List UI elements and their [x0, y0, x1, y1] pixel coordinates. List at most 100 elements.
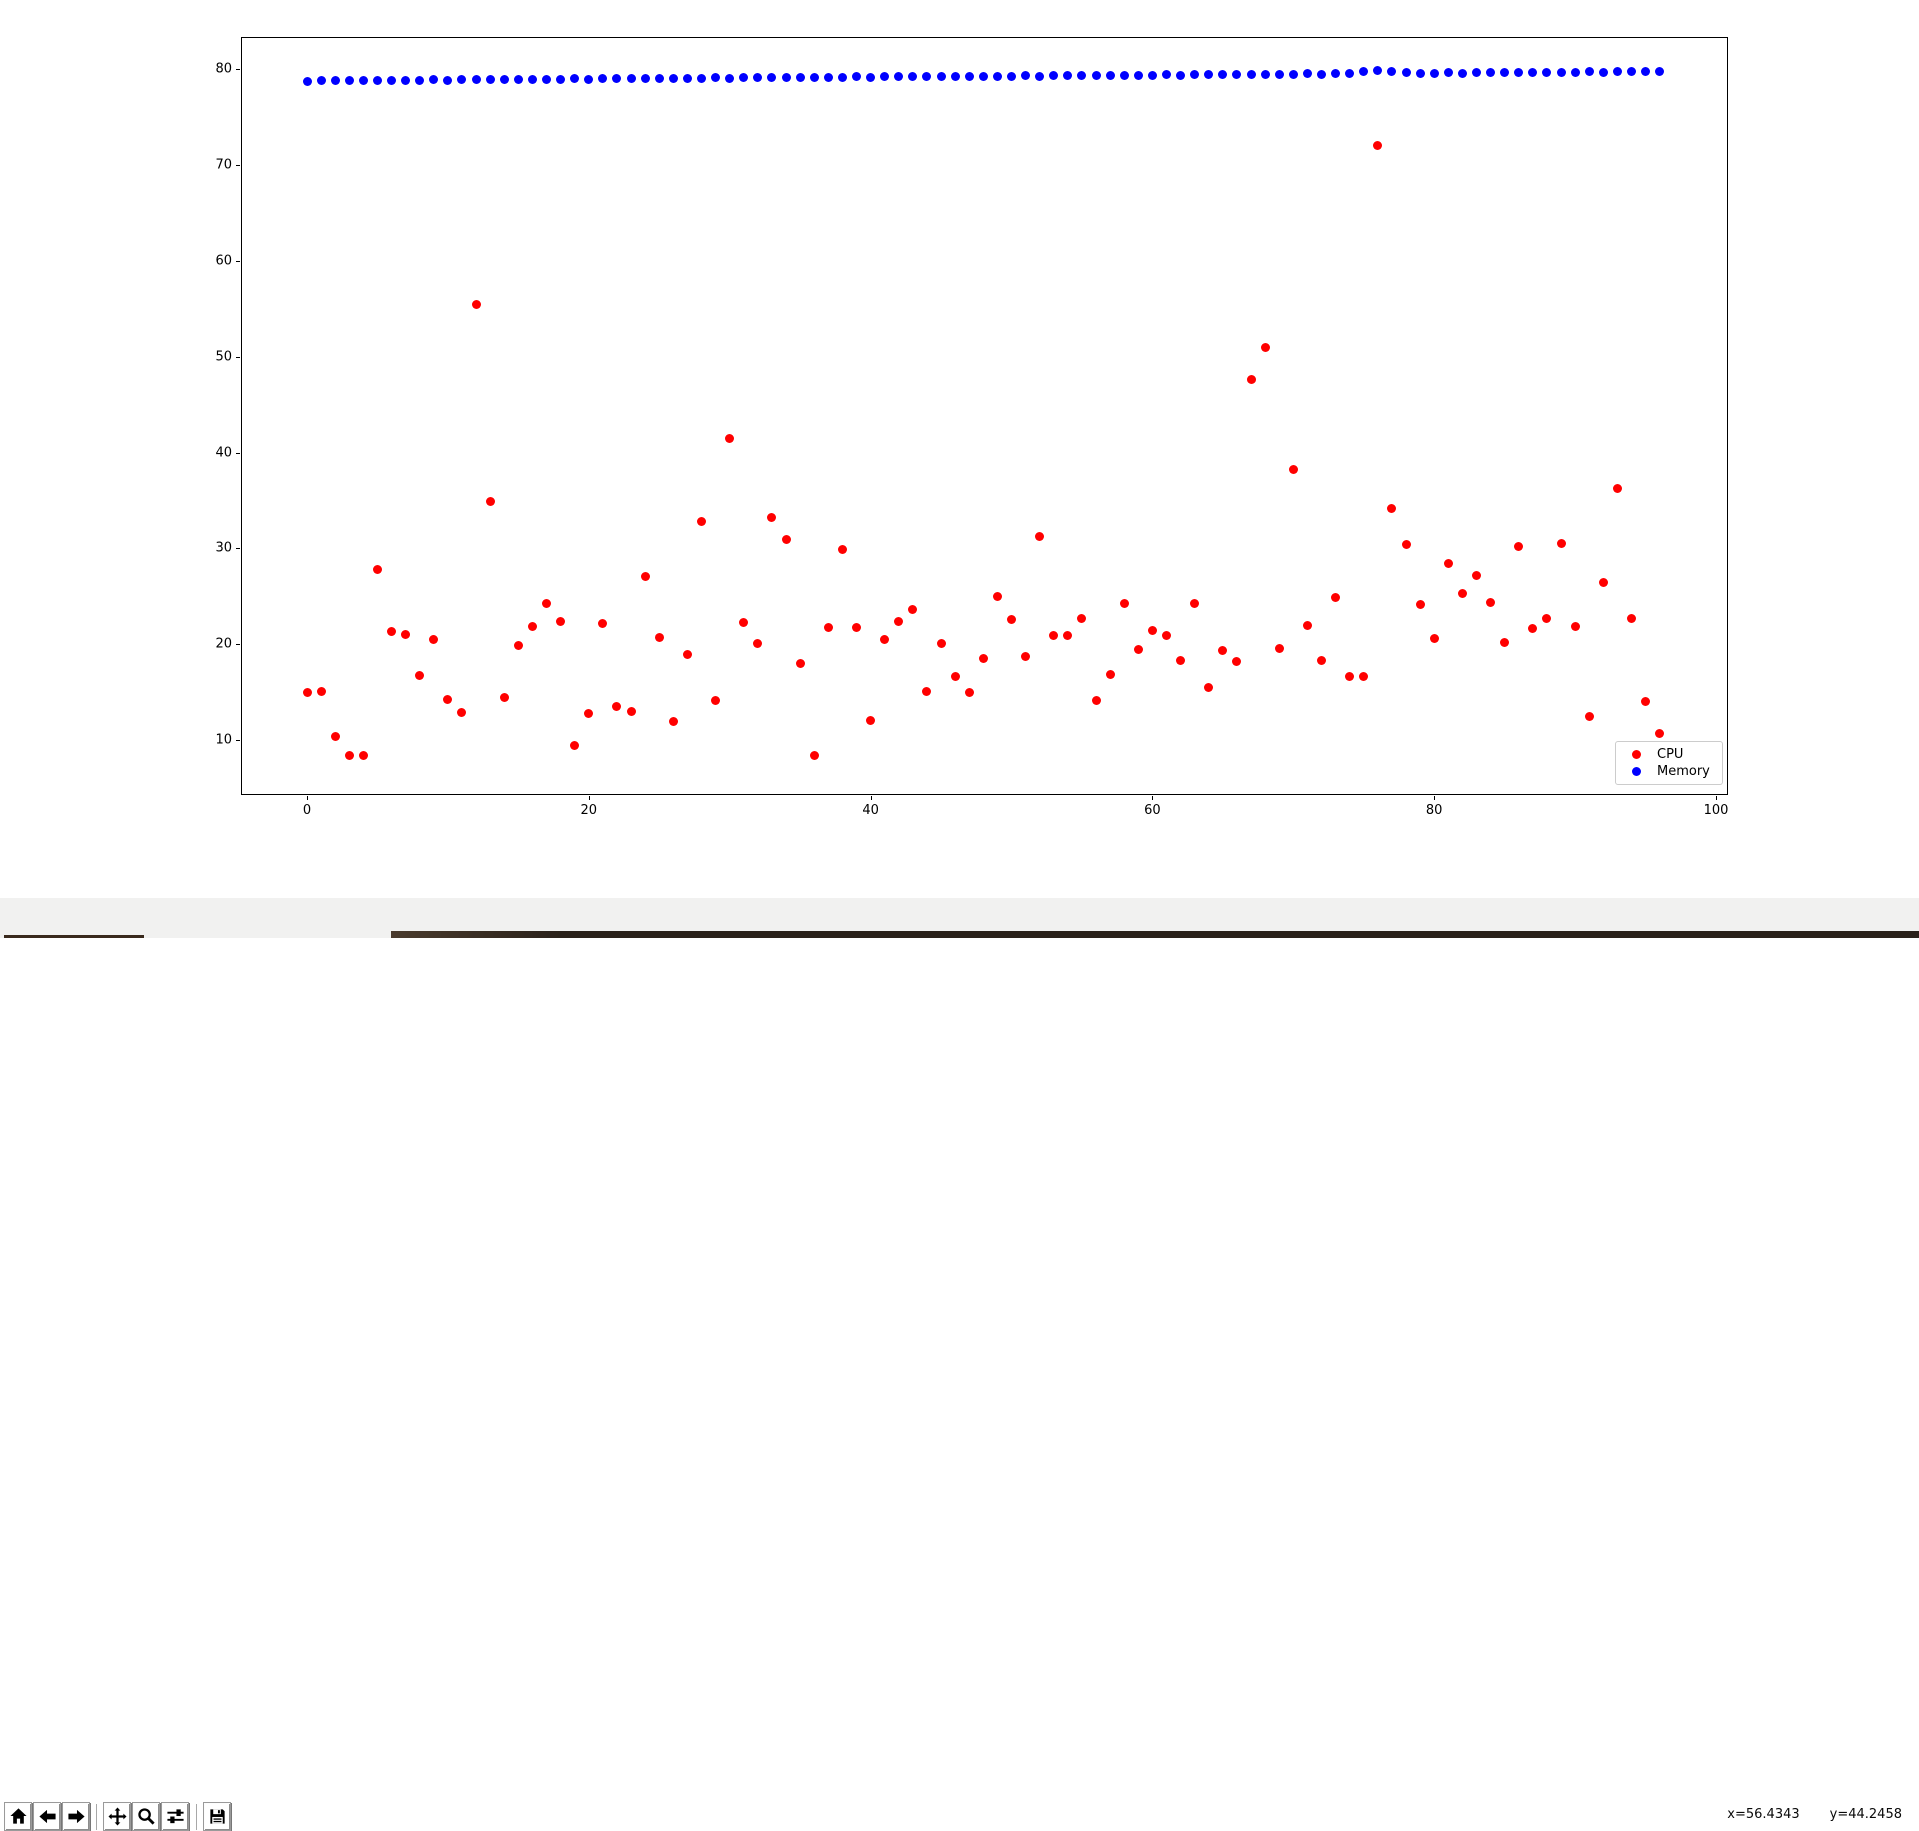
cpu-point: [1331, 592, 1341, 602]
memory-point: [950, 72, 960, 82]
cpu-point: [795, 658, 805, 668]
figure-window: { "chart_data": { "type": "scatter", "ti…: [0, 0, 1919, 1831]
memory-point: [1570, 67, 1580, 77]
memory-point: [372, 75, 382, 85]
memory-point: [1176, 70, 1186, 80]
cpu-point: [950, 672, 960, 682]
cpu-point: [1133, 644, 1143, 654]
cursor-position-readout: x=56.4343 y=44.2458: [1727, 1804, 1902, 1824]
memory-point: [654, 73, 664, 83]
cpu-point: [1486, 597, 1496, 607]
cpu-point: [1260, 342, 1270, 352]
y-tick: [236, 548, 240, 550]
x-tick-label: 40: [862, 803, 879, 818]
cpu-point: [1626, 613, 1636, 623]
cpu-point: [485, 496, 495, 506]
magnifier-icon: [137, 1807, 156, 1826]
cpu-point: [471, 300, 481, 310]
memory-point: [527, 74, 537, 84]
cpu-point: [809, 750, 819, 760]
cpu-point: [654, 633, 664, 643]
cpu-point: [556, 616, 566, 626]
memory-point: [809, 73, 819, 83]
cpu-point: [1471, 570, 1481, 580]
memory-point: [781, 73, 791, 83]
legend-row-cpu: CPU: [1626, 746, 1714, 763]
memory-point: [682, 73, 692, 83]
cpu-point: [1091, 696, 1101, 706]
memory-point: [1288, 69, 1298, 79]
cpu-point: [964, 687, 974, 697]
cpu-point: [978, 654, 988, 664]
memory-point: [837, 72, 847, 82]
memory-point: [978, 71, 988, 81]
save-button[interactable]: [203, 1802, 231, 1831]
legend-row-memory: Memory: [1626, 763, 1714, 780]
cpu-point: [1584, 711, 1594, 721]
cursor-y-readout: y=44.2458: [1829, 1806, 1902, 1822]
zoom-button[interactable]: [132, 1802, 160, 1831]
cpu-point: [1316, 656, 1326, 666]
taskbar-edge: [391, 931, 1919, 938]
memory-point: [823, 72, 833, 82]
x-tick-label: 60: [1144, 803, 1161, 818]
x-tick: [870, 796, 872, 800]
memory-point: [1274, 69, 1284, 79]
cpu-point: [330, 731, 340, 741]
cpu-point: [936, 638, 946, 648]
memory-point: [1007, 71, 1016, 81]
cpu-point: [837, 544, 847, 554]
forward-button[interactable]: [62, 1802, 90, 1831]
memory-point: [1246, 69, 1256, 79]
cpu-point: [1246, 375, 1256, 385]
memory-point: [626, 74, 636, 83]
x-tick: [588, 796, 590, 800]
y-tick-label: 40: [215, 445, 232, 461]
x-tick-label: 0: [302, 803, 312, 818]
y-tick-label: 20: [215, 636, 232, 652]
cpu-point: [1443, 559, 1453, 569]
y-tick: [236, 356, 240, 358]
legend-label-memory: Memory: [1657, 764, 1710, 779]
memory-point: [542, 74, 552, 84]
memory-point: [556, 74, 566, 84]
cpu-point: [1119, 598, 1129, 608]
home-button[interactable]: [4, 1802, 32, 1831]
memory-point: [725, 73, 735, 83]
memory-point: [964, 71, 974, 81]
cpu-point: [1415, 599, 1425, 609]
memory-point: [387, 75, 397, 85]
y-tick-label: 70: [215, 157, 232, 173]
arrow-left-icon: [38, 1807, 57, 1826]
memory-point: [316, 76, 326, 86]
memory-point: [1133, 70, 1143, 80]
cpu-point: [725, 433, 735, 443]
memory-point: [936, 72, 946, 81]
x-tick: [1716, 796, 1717, 800]
plot-area: [241, 37, 1728, 795]
x-tick: [1152, 796, 1154, 800]
back-button[interactable]: [33, 1802, 61, 1831]
configure-subplots-button[interactable]: [161, 1802, 189, 1831]
cpu-point: [1401, 540, 1411, 550]
cpu-point: [1274, 643, 1284, 653]
cpu-point: [781, 535, 791, 545]
memory-point: [1091, 71, 1101, 81]
cpu-point: [1007, 614, 1016, 624]
cpu-point: [1655, 728, 1665, 738]
cpu-point: [1556, 539, 1566, 549]
y-tick-label: 50: [215, 349, 232, 365]
cpu-point: [823, 622, 833, 632]
memory-point: [344, 75, 354, 85]
cpu-point: [513, 640, 523, 650]
cpu-point: [527, 621, 537, 631]
memory-point: [499, 75, 509, 85]
pan-button[interactable]: [103, 1802, 131, 1831]
y-tick: [236, 644, 240, 646]
y-tick-label: 30: [215, 540, 232, 556]
cpu-point: [344, 750, 354, 760]
legend-label-cpu: CPU: [1657, 747, 1684, 762]
figure-canvas: 0 20 40 60 80 100 10 20 30 40 50 60 70 80 CPU Memory: [0, 0, 1919, 898]
memory-point: [866, 72, 876, 82]
toolbar-separator: [196, 1804, 197, 1830]
